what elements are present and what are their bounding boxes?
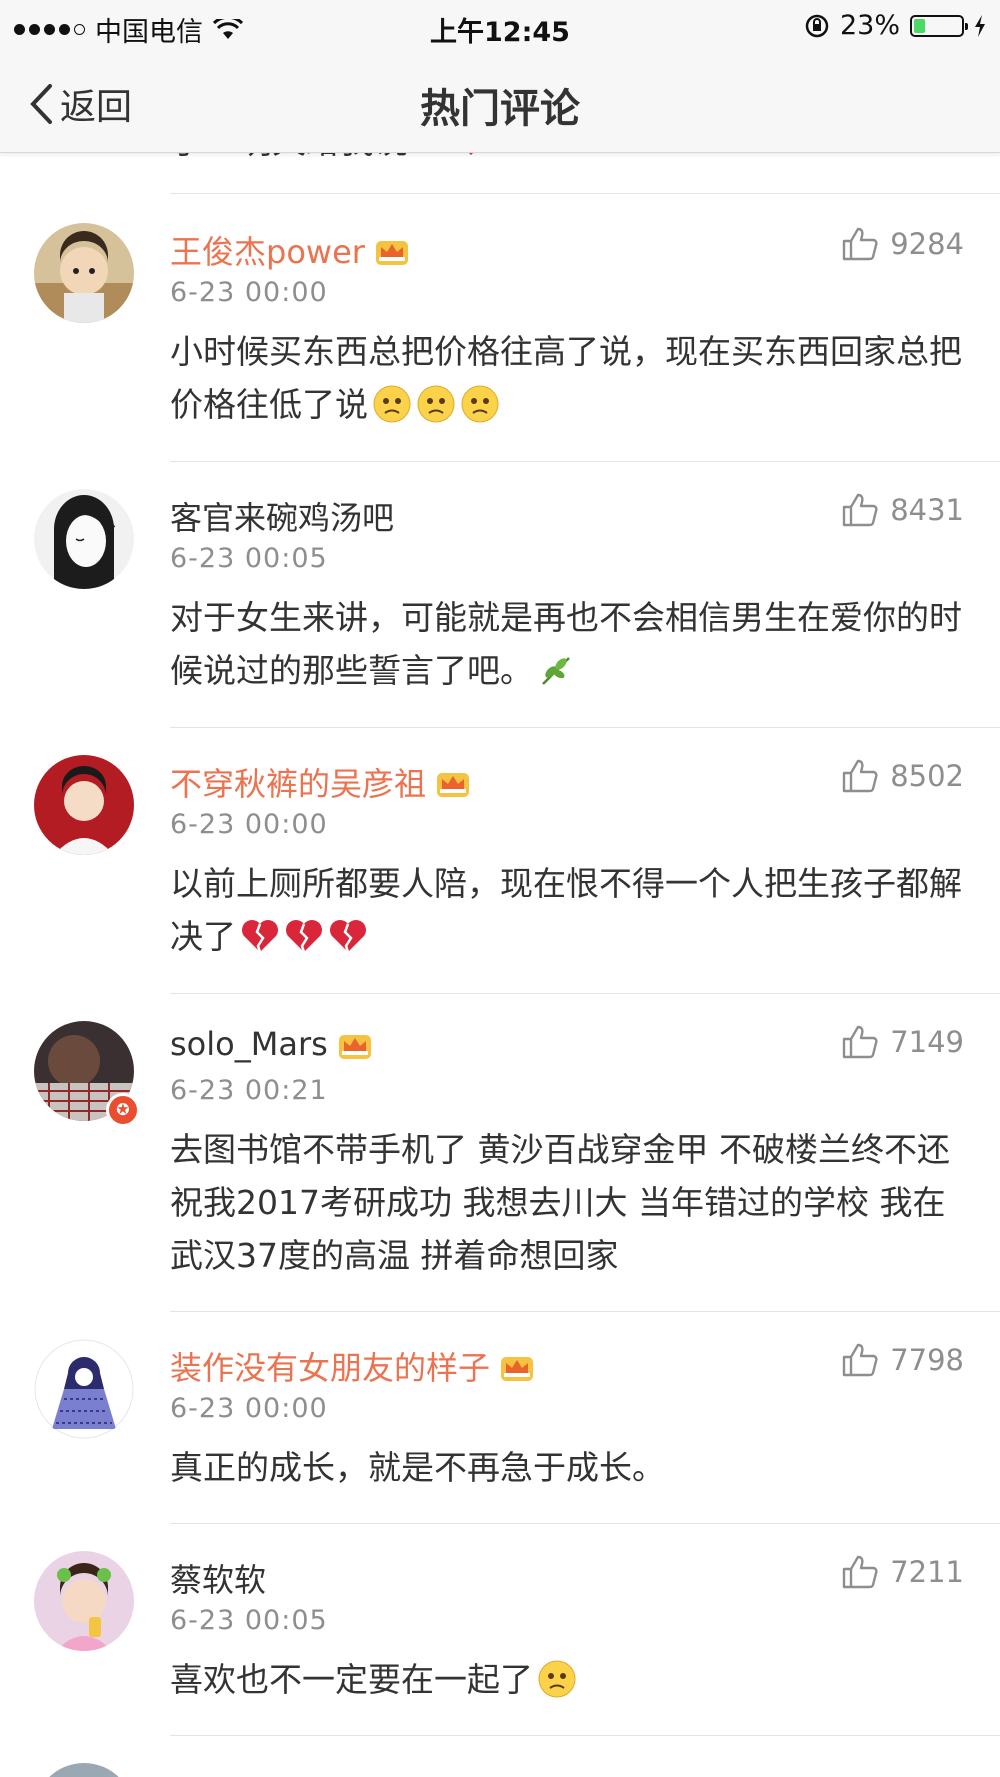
sad-face-emoji — [461, 385, 499, 423]
comment-time: 6-23 00:00 — [170, 1393, 328, 1424]
comment-time: 6-23 00:00 — [170, 809, 328, 840]
username[interactable]: solo_Mars — [170, 1025, 374, 1063]
status-right: 23% — [804, 10, 986, 41]
thumbs-up-icon — [842, 1343, 878, 1377]
vip-crown-icon — [501, 1357, 534, 1381]
thumbs-up-icon — [842, 759, 878, 793]
like-button[interactable]: 8431 — [842, 493, 964, 527]
battery-percent: 23% — [839, 10, 900, 41]
broken-heart-emoji — [286, 920, 322, 953]
like-count: 9284 — [890, 227, 964, 261]
comment-time: 6-23 00:00 — [170, 277, 328, 308]
comment-text: 真正的成长，就是不再急于成长。 — [170, 1448, 665, 1487]
comment-text: 去图书馆不带手机了 黄沙百战穿金甲 不破楼兰终不还 祝我2017考研成功 我想去… — [170, 1130, 950, 1275]
charging-bolt-icon — [975, 14, 985, 37]
avatar[interactable] — [34, 1551, 134, 1651]
username[interactable]: 客官来碗鸡汤吧 — [170, 493, 394, 539]
like-button[interactable]: 7211 — [842, 1555, 964, 1589]
comment-item[interactable]: ✪ solo_Mars 6-23 00:21 7149 去图书馆不带手机了 黄沙… — [0, 993, 1000, 1311]
comment-time: 6-23 00:05 — [170, 543, 328, 574]
rotation-lock-icon — [805, 14, 829, 37]
comment-item[interactable]: 蔡软软 6-23 00:05 7211 喜欢也不一定要在一起了 — [0, 1523, 1000, 1735]
like-count: 7798 — [890, 1343, 964, 1377]
comment-text: 小时候买东西总把价格往高了说，现在买东西回家总把价格往低了说 — [170, 332, 962, 424]
like-count: 7149 — [890, 1025, 964, 1059]
thumbs-up-icon — [842, 1555, 878, 1589]
like-button[interactable]: 8502 — [842, 759, 964, 793]
comment-item[interactable]: 装作没有女朋友的样子 6-23 00:00 7798 真正的成长，就是不再急于成… — [0, 1311, 1000, 1523]
nav-bar: 返回 热门评论 — [0, 52, 1000, 153]
like-button[interactable]: 7149 — [842, 1025, 964, 1059]
avatar[interactable] — [34, 1339, 134, 1439]
avatar[interactable] — [34, 489, 134, 589]
comment-text: 喜欢也不一定要在一起了 — [170, 1653, 964, 1706]
status-bar: 中国电信 上午12:45 23% — [0, 0, 1000, 52]
comment-time: 6-23 00:05 — [170, 1605, 328, 1636]
like-button[interactable]: 9284 — [842, 227, 964, 261]
vip-crown-icon — [375, 241, 408, 265]
like-count: 8431 — [890, 493, 964, 527]
username[interactable]: 王俊杰power — [170, 227, 411, 273]
sad-face-emoji — [538, 1660, 576, 1698]
username[interactable]: 蔡软软 — [170, 1555, 266, 1601]
broken-heart-emoji — [242, 920, 278, 953]
vip-crown-icon — [338, 1035, 371, 1059]
sad-face-emoji — [373, 385, 411, 423]
broken-heart-emoji — [330, 920, 366, 953]
page-title: 热门评论 — [420, 86, 580, 132]
avatar[interactable] — [34, 755, 134, 855]
comment-item[interactable]: 客官来碗鸡汤吧 6-23 00:05 8431 对于女生来讲，可能就是再也不会相… — [0, 461, 1000, 727]
battery-icon — [910, 14, 968, 37]
like-count: 8502 — [890, 759, 964, 793]
comment-text: 以前上厕所都要人陪，现在恨不得一个人把生孩子都解决了 — [170, 864, 962, 956]
divider — [170, 1735, 1000, 1736]
avatar[interactable] — [34, 223, 134, 323]
verified-badge-icon: ✪ — [106, 1093, 140, 1127]
next-comment-avatar[interactable] — [34, 1763, 134, 1777]
username[interactable]: 不穿秋裤的吴彦祖 — [170, 759, 472, 805]
sad-face-emoji — [417, 385, 455, 423]
comment-text: 对于女生来讲，可能就是再也不会相信男生在爱你的时候说过的那些誓言了吧。 — [170, 598, 962, 690]
thumbs-up-icon — [842, 493, 878, 527]
comment-time: 6-23 00:21 — [170, 1075, 328, 1106]
leaf-emoji — [542, 657, 570, 685]
username[interactable]: 装作没有女朋友的样子 — [170, 1343, 536, 1389]
like-count: 7211 — [890, 1555, 964, 1589]
comment-item[interactable]: 不穿秋裤的吴彦祖 6-23 00:00 8502 以前上厕所都要人陪，现在恨不得… — [0, 727, 1000, 993]
thumbs-up-icon — [842, 227, 878, 261]
divider — [170, 193, 1000, 194]
like-button[interactable]: 7798 — [842, 1343, 964, 1377]
vip-crown-icon — [437, 773, 470, 797]
comment-item[interactable]: 王俊杰power 6-23 00:00 9284 小时候买东西总把价格往高了说，… — [0, 195, 1000, 461]
thumbs-up-icon — [842, 1025, 878, 1059]
